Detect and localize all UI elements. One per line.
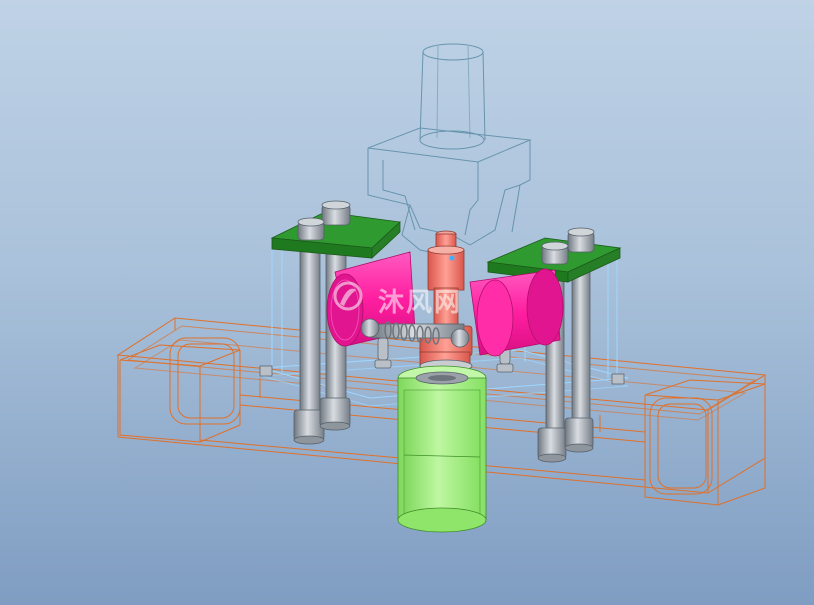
plate-stud-1 [377, 337, 389, 361]
cad-viewport[interactable]: 沐风网 [0, 0, 814, 605]
bolt-head-left [360, 318, 380, 338]
guide-pin-1 [293, 237, 325, 445]
left-block-top [119, 344, 241, 367]
right-block-top [644, 379, 766, 401]
spindle-marker-point [449, 255, 455, 261]
right-roller [469, 268, 564, 357]
plate-corner-left [259, 365, 273, 377]
bolt-head-right [450, 328, 470, 348]
bottom-cylinder [397, 365, 487, 533]
plate-corner-right [611, 373, 625, 385]
punch-shank-top [422, 43, 484, 61]
watermark-text: 沐风网 [378, 288, 463, 318]
left-guide-plate [270, 200, 401, 259]
punch-head-top [367, 127, 532, 163]
